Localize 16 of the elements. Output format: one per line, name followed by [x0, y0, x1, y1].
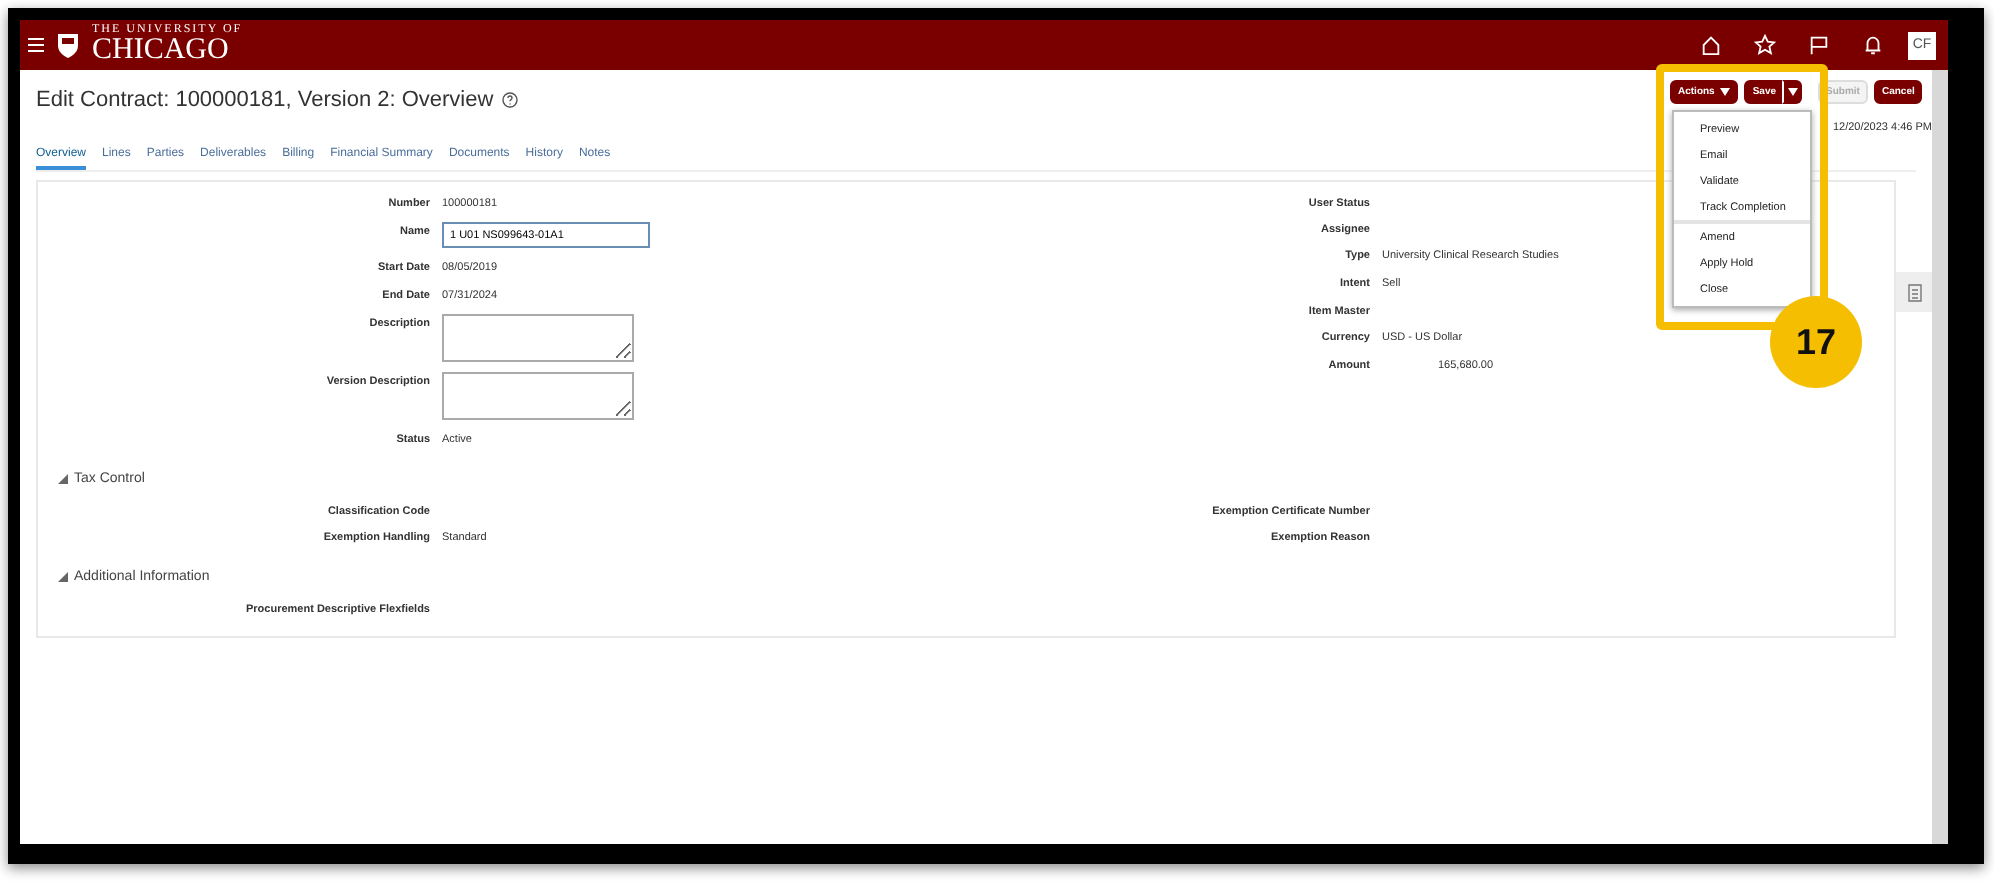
caret-icon [1720, 88, 1731, 96]
flag-icon[interactable] [1808, 34, 1830, 56]
bell-icon[interactable] [1862, 34, 1884, 56]
star-icon[interactable] [1754, 34, 1776, 56]
logo-text: CHICAGO [92, 36, 231, 66]
shield-icon [56, 31, 80, 59]
help-icon[interactable] [501, 92, 518, 108]
document-icon[interactable] [1896, 272, 1932, 312]
caret-icon [1787, 88, 1798, 96]
save-menu-button[interactable] [1782, 80, 1803, 104]
page-title: Edit Contract: 100000181, Version 2: Overview [36, 88, 494, 112]
collapse-icon[interactable] [58, 572, 68, 582]
home-icon[interactable] [1700, 34, 1722, 56]
collapse-icon[interactable] [58, 474, 68, 484]
menu-icon[interactable] [28, 38, 44, 52]
step-badge: 17 [1770, 296, 1862, 388]
